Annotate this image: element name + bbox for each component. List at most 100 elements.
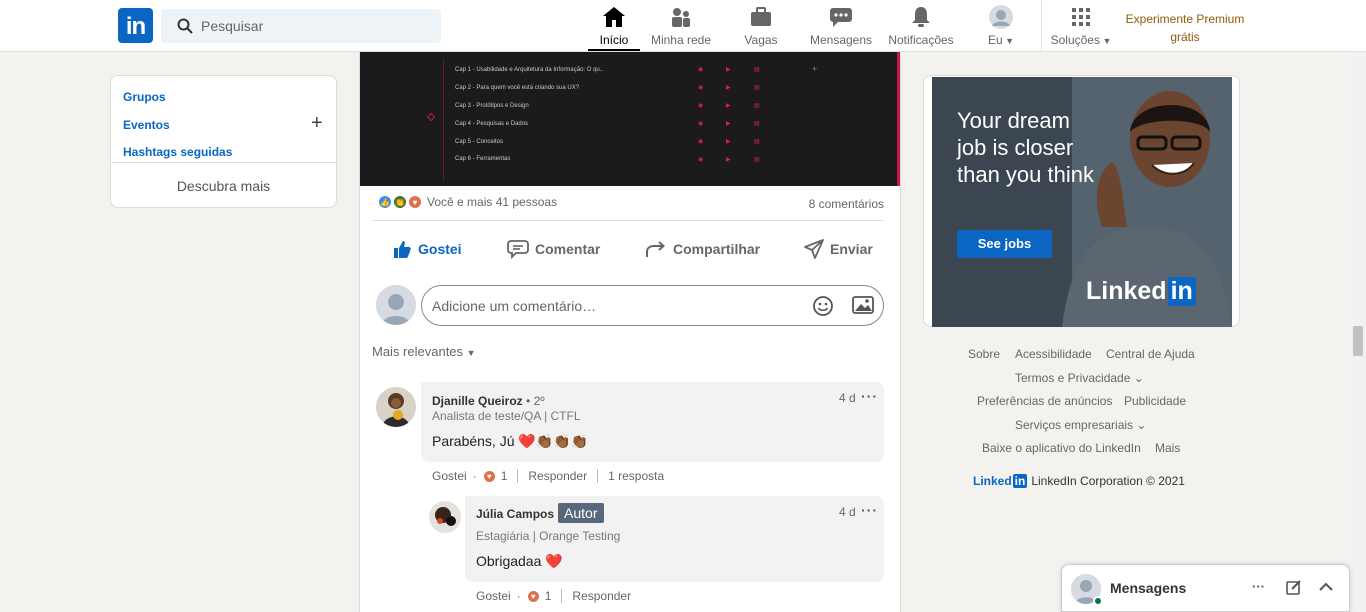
corporation-line: Linked in LinkedIn Corporation © 2021 bbox=[973, 474, 1185, 488]
play-icon: ▶ bbox=[726, 139, 731, 145]
chapter-item: Cap 2 - Para quem você está criando sua … bbox=[455, 85, 580, 91]
eye-icon: ◉ bbox=[698, 121, 704, 127]
file-icon: ▤ bbox=[754, 67, 760, 73]
search-bar[interactable] bbox=[161, 9, 441, 43]
comment-reply-button[interactable]: Responder bbox=[572, 589, 631, 603]
like-button[interactable]: Gostei bbox=[392, 239, 462, 259]
play-icon: ▶ bbox=[726, 85, 731, 91]
nav-network[interactable]: Minha rede bbox=[648, 5, 714, 51]
comment-input[interactable] bbox=[432, 286, 792, 325]
home-icon bbox=[603, 7, 625, 27]
chapter-item: Cap 6 - Ferramentas bbox=[455, 156, 511, 162]
nav-jobs[interactable]: Vagas bbox=[738, 5, 784, 51]
like-reaction-icon: 👍 bbox=[378, 195, 392, 209]
sidebar-item-events[interactable]: Eventos bbox=[123, 118, 170, 132]
footer-link-about[interactable]: Sobre bbox=[968, 347, 1000, 361]
nav-home[interactable]: Início bbox=[588, 5, 640, 51]
footer-link-advertising[interactable]: Publicidade bbox=[1124, 394, 1186, 408]
chapter-item: Cap 5 - Conceitos bbox=[455, 139, 504, 145]
comment-icon bbox=[507, 240, 529, 259]
sort-label: Mais relevantes bbox=[372, 344, 464, 359]
nav-notifications-label: Notificações bbox=[888, 33, 954, 47]
footer-link-help[interactable]: Central de Ajuda bbox=[1106, 347, 1195, 361]
messaging-panel[interactable]: Mensagens ··· bbox=[1061, 564, 1350, 612]
comment-text: Parabéns, Jú ❤️👏🏾👏🏾👏🏾 bbox=[432, 433, 589, 449]
comment-like-button[interactable]: Gostei bbox=[432, 469, 467, 483]
footer-link-ad-prefs[interactable]: Preferências de anúncios bbox=[977, 394, 1112, 408]
nav-solutions[interactable]: Soluções ▼ bbox=[1048, 5, 1114, 51]
discover-more-link[interactable]: Descubra mais bbox=[111, 178, 336, 194]
comment-bubble: Júlia Campos Autor Estagiária | Orange Te… bbox=[465, 496, 884, 582]
eye-icon: ◉ bbox=[698, 67, 704, 73]
send-icon bbox=[804, 239, 824, 259]
premium-line2: grátis bbox=[1170, 30, 1200, 44]
send-label: Enviar bbox=[830, 241, 873, 257]
divider bbox=[372, 220, 884, 221]
divider bbox=[111, 162, 336, 163]
nav-messaging-label: Mensagens bbox=[809, 33, 873, 47]
more-options-icon[interactable]: ··· bbox=[861, 502, 878, 518]
sidebar-item-groups[interactable]: Grupos bbox=[123, 90, 166, 104]
post-card: + Cap 1 - Usabilidade e Arquitetura da I… bbox=[359, 52, 901, 612]
commenter-headline: Analista de teste/QA | CTFL bbox=[432, 409, 581, 423]
comment-button[interactable]: Comentar bbox=[507, 239, 600, 259]
share-button[interactable]: Compartilhar bbox=[645, 239, 760, 259]
profile-avatar-icon bbox=[376, 285, 416, 325]
nav-messaging[interactable]: Mensagens bbox=[808, 5, 874, 51]
linkedin-wordmark-icon: Linked in bbox=[973, 474, 1028, 488]
comment-input-box[interactable] bbox=[421, 285, 884, 326]
nav-jobs-label: Vagas bbox=[744, 33, 778, 47]
sidebar-item-hashtags[interactable]: Hashtags seguidas bbox=[123, 145, 232, 159]
comment-reply-button[interactable]: Responder bbox=[528, 469, 587, 483]
ad-headline: Your dream job is closer than you think bbox=[957, 108, 1094, 187]
image-icon[interactable] bbox=[852, 296, 874, 314]
more-options-icon[interactable]: ··· bbox=[1252, 579, 1265, 594]
sort-dropdown[interactable]: Mais relevantes ▼ bbox=[372, 344, 476, 359]
footer-link-accessibility[interactable]: Acessibilidade bbox=[1015, 347, 1092, 361]
timeline-marker bbox=[426, 112, 436, 122]
profile-avatar-icon bbox=[989, 5, 1013, 29]
comment-like-button[interactable]: Gostei bbox=[476, 589, 511, 603]
send-button[interactable]: Enviar bbox=[804, 239, 873, 259]
add-event-icon[interactable]: + bbox=[311, 112, 323, 135]
emoji-icon[interactable] bbox=[812, 295, 834, 317]
nav-me[interactable]: Eu ▼ bbox=[980, 5, 1022, 51]
comment-time: 4 d bbox=[839, 505, 856, 519]
ad-image[interactable]: Your dream job is closer than you think … bbox=[932, 77, 1232, 327]
post-image[interactable]: + Cap 1 - Usabilidade e Arquitetura da I… bbox=[360, 52, 900, 186]
see-jobs-button[interactable]: See jobs bbox=[957, 230, 1052, 258]
scrollbar-thumb[interactable] bbox=[1353, 326, 1363, 356]
footer-link-business[interactable]: Serviços empresariais ⌄ bbox=[1015, 418, 1146, 432]
commenter-headline: Estagiária | Orange Testing bbox=[476, 529, 621, 543]
replies-count[interactable]: 1 resposta bbox=[608, 469, 664, 483]
caret-down-icon: ▼ bbox=[1099, 36, 1112, 46]
compose-icon[interactable] bbox=[1286, 579, 1302, 595]
commenter-name[interactable]: Djanille Queiroz • 2º bbox=[432, 394, 545, 408]
comments-count[interactable]: 8 comentários bbox=[809, 197, 884, 211]
avatar-photo-icon bbox=[376, 387, 416, 427]
eye-icon: ◉ bbox=[698, 139, 704, 145]
footer-link-app[interactable]: Baixe o aplicativo do LinkedIn bbox=[982, 441, 1141, 455]
nav-notifications[interactable]: Notificações bbox=[884, 5, 958, 51]
thumbs-up-icon bbox=[394, 241, 411, 258]
play-icon: ▶ bbox=[726, 121, 731, 127]
footer-link-terms[interactable]: Termos e Privacidade ⌄ bbox=[1015, 371, 1144, 385]
file-icon: ▤ bbox=[754, 157, 760, 163]
footer-link-more[interactable]: Mais bbox=[1155, 441, 1180, 455]
search-input[interactable] bbox=[201, 9, 431, 43]
celebrate-reaction-icon: 👏 bbox=[393, 195, 407, 209]
commenter-name[interactable]: Júlia Campos Autor bbox=[476, 503, 604, 523]
commenter-avatar[interactable] bbox=[376, 387, 416, 427]
reactions-summary[interactable]: 👍 👏 ♥ Você e mais 41 pessoas bbox=[378, 195, 557, 209]
online-status-icon bbox=[1093, 596, 1103, 606]
reactions-text: Você e mais 41 pessoas bbox=[427, 195, 558, 209]
more-options-icon[interactable]: ··· bbox=[861, 388, 878, 404]
file-icon: ▤ bbox=[754, 103, 760, 109]
linkedin-logo-icon[interactable]: in bbox=[118, 8, 153, 43]
premium-link[interactable]: Experimente Premium grátis bbox=[1120, 10, 1250, 46]
play-icon: ▶ bbox=[726, 157, 731, 163]
commenter-avatar[interactable] bbox=[429, 501, 461, 533]
search-icon bbox=[177, 18, 193, 34]
like-label: Gostei bbox=[418, 241, 462, 257]
chevron-up-icon[interactable] bbox=[1318, 581, 1334, 593]
